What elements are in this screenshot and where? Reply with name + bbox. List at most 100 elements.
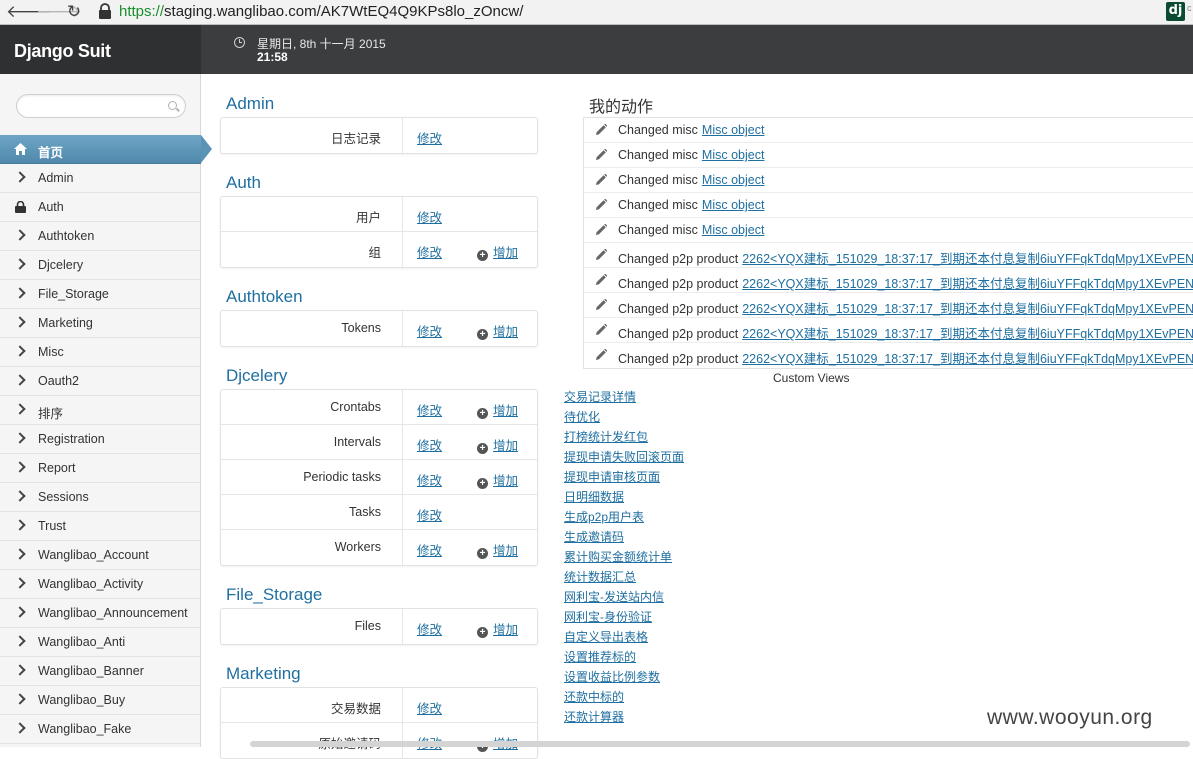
action-object-link[interactable]: 2262<YQX建标_151029_18:37:17_到期还本付息复制6iuYF… (742, 277, 1193, 291)
add-action[interactable]: + 增加 (477, 540, 518, 559)
module-title-djcelery[interactable]: Djcelery (226, 366, 287, 386)
sidebar-item[interactable]: Report (0, 454, 201, 483)
add-link[interactable]: 增加 (493, 544, 518, 558)
sidebar-item[interactable]: Sessions (0, 483, 201, 512)
model-name-link[interactable]: 日志记录 (331, 128, 381, 147)
sidebar-item[interactable]: Registration (0, 425, 201, 454)
model-name-link[interactable]: Intervals (334, 435, 381, 449)
change-link[interactable]: 修改 (417, 242, 442, 261)
sidebar-item[interactable]: Oauth2 (0, 367, 201, 396)
extension-overflow[interactable]: c (1187, 3, 1192, 13)
custom-view-link[interactable]: 自定义导出表格 (564, 629, 684, 649)
change-link[interactable]: 修改 (417, 698, 442, 717)
action-object-link[interactable]: Misc object (702, 173, 765, 187)
add-action[interactable]: + 增加 (477, 400, 518, 419)
model-name-link[interactable]: 组 (368, 242, 381, 261)
model-name-link[interactable]: Workers (335, 540, 381, 554)
action-object-link[interactable]: 2262<YQX建标_151029_18:37:17_到期还本付息复制6iuYF… (742, 302, 1193, 316)
change-link[interactable]: 修改 (417, 128, 442, 147)
forward-button[interactable]: 🡒 (36, 2, 82, 22)
sidebar-item[interactable]: Auth (0, 193, 201, 222)
search-input[interactable] (16, 94, 186, 118)
action-object-link[interactable]: Misc object (702, 123, 765, 137)
change-link[interactable]: 修改 (417, 400, 442, 419)
custom-view-link[interactable]: 统计数据汇总 (564, 569, 684, 589)
add-link[interactable]: 增加 (493, 325, 518, 339)
reload-button[interactable]: ↻ (64, 2, 84, 22)
sidebar-item[interactable]: Trust (0, 512, 201, 541)
model-name-link[interactable]: 交易数据 (331, 698, 381, 717)
action-object-link[interactable]: Misc object (702, 198, 765, 212)
change-link[interactable]: 修改 (417, 540, 442, 559)
brand-title[interactable]: Django Suit (14, 41, 111, 62)
module-title-marketing[interactable]: Marketing (226, 664, 301, 684)
model-name-link[interactable]: Tasks (349, 505, 381, 519)
custom-view-link[interactable]: 还款中标的 (564, 689, 684, 709)
custom-view-link[interactable]: 设置推荐标的 (564, 649, 684, 669)
custom-view-link[interactable]: 提现申请失败回滚页面 (564, 449, 684, 469)
add-action[interactable]: + 增加 (477, 435, 518, 454)
custom-view-link[interactable]: 设置收益比例参数 (564, 669, 684, 689)
model-name-link[interactable]: Files (355, 619, 381, 633)
add-action[interactable]: + 增加 (477, 619, 518, 638)
add-link[interactable]: 增加 (493, 246, 518, 260)
module-title-file-storage[interactable]: File_Storage (226, 585, 322, 605)
custom-view-link[interactable]: 交易记录详情 (564, 389, 684, 409)
custom-view-link[interactable]: 网利宝-发送站内信 (564, 589, 684, 609)
back-button[interactable]: 🡐 (6, 2, 52, 22)
sidebar-item[interactable]: Misc (0, 338, 201, 367)
custom-view-link[interactable]: 还款计算器 (564, 709, 684, 729)
custom-view-link[interactable]: 待优化 (564, 409, 684, 429)
change-link[interactable]: 修改 (417, 619, 442, 638)
search-icon[interactable] (168, 101, 177, 110)
custom-view-link[interactable]: 生成p2p用户表 (564, 509, 684, 529)
model-name-link[interactable]: Crontabs (330, 400, 381, 414)
change-link[interactable]: 修改 (417, 435, 442, 454)
custom-view-link[interactable]: 打榜统计发红包 (564, 429, 684, 449)
action-object-link[interactable]: Misc object (702, 223, 765, 237)
add-link[interactable]: 增加 (493, 623, 518, 637)
sidebar-item[interactable]: Marketing (0, 309, 201, 338)
sidebar-item[interactable]: Wanglibao_Banner (0, 657, 201, 686)
address-bar[interactable]: https://staging.wanglibao.com/AK7WtEQ4Q9… (119, 2, 523, 22)
add-action[interactable]: + 增加 (477, 321, 518, 340)
custom-view-link[interactable]: 提现申请审核页面 (564, 469, 684, 489)
sidebar-item[interactable]: 首页 (0, 135, 212, 164)
change-link[interactable]: 修改 (417, 470, 442, 489)
sidebar-item[interactable]: Wanglibao_Anti (0, 628, 201, 657)
change-link[interactable]: 修改 (417, 207, 442, 226)
sidebar-item[interactable]: Wanglibao_Fake (0, 715, 201, 744)
sidebar-item[interactable]: Wanglibao_Activity (0, 570, 201, 599)
change-link[interactable]: 修改 (417, 505, 442, 524)
module-title-admin[interactable]: Admin (226, 94, 274, 114)
action-object-link[interactable]: 2262<YQX建标_151029_18:37:17_到期还本付息复制6iuYF… (742, 352, 1193, 366)
change-link[interactable]: 修改 (417, 321, 442, 340)
action-object-link[interactable]: 2262<YQX建标_151029_18:37:17_到期还本付息复制6iuYF… (742, 252, 1193, 266)
add-action[interactable]: + 增加 (477, 470, 518, 489)
custom-view-link[interactable]: 网利宝-身份验证 (564, 609, 684, 629)
sidebar-item[interactable]: Wanglibao_Account (0, 541, 201, 570)
action-object-link[interactable]: Misc object (702, 148, 765, 162)
sidebar-item[interactable]: Admin (0, 164, 201, 193)
sidebar-item[interactable]: Wanglibao_Announcement (0, 599, 201, 628)
add-link[interactable]: 增加 (493, 439, 518, 453)
model-name-link[interactable]: Tokens (341, 321, 381, 335)
model-name-link[interactable]: 用户 (356, 207, 381, 226)
action-object-link[interactable]: 2262<YQX建标_151029_18:37:17_到期还本付息复制6iuYF… (742, 327, 1193, 341)
add-action[interactable]: + 增加 (477, 242, 518, 261)
horizontal-scrollbar[interactable] (250, 741, 1190, 747)
add-link[interactable]: 增加 (493, 474, 518, 488)
sidebar-item[interactable]: Djcelery (0, 251, 201, 280)
module-title-authtoken[interactable]: Authtoken (226, 287, 303, 307)
custom-view-link[interactable]: 日明细数据 (564, 489, 684, 509)
module-title-auth[interactable]: Auth (226, 173, 261, 193)
custom-view-link[interactable]: 生成邀请码 (564, 529, 684, 549)
add-link[interactable]: 增加 (493, 404, 518, 418)
sidebar-item[interactable]: Authtoken (0, 222, 201, 251)
custom-view-link[interactable]: 累计购买金额统计单 (564, 549, 684, 569)
sidebar-item[interactable]: File_Storage (0, 280, 201, 309)
sidebar-item[interactable]: 排序 (0, 396, 201, 425)
django-extension-icon[interactable]: dj (1166, 2, 1185, 21)
model-name-link[interactable]: Periodic tasks (303, 470, 381, 484)
brand[interactable]: Django Suit (0, 25, 201, 74)
